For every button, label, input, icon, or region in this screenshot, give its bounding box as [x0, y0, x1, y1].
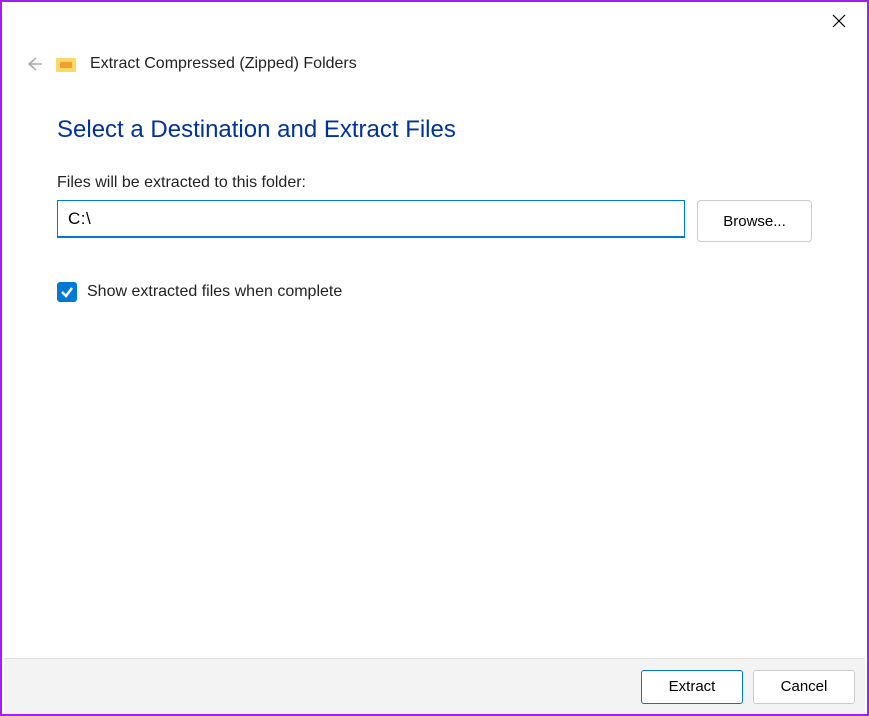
path-row: Browse... — [57, 200, 812, 242]
dialog-header: Extract Compressed (Zipped) Folders — [2, 2, 867, 86]
path-field-label: Files will be extracted to this folder: — [57, 174, 812, 192]
page-title: Select a Destination and Extract Files — [57, 116, 812, 144]
show-files-checkbox-row: Show extracted files when complete — [57, 282, 812, 302]
back-button[interactable] — [22, 52, 46, 76]
show-files-checkbox[interactable] — [57, 282, 77, 302]
checkmark-icon — [60, 285, 74, 299]
show-files-checkbox-label: Show extracted files when complete — [87, 283, 342, 301]
close-icon — [832, 14, 846, 28]
arrow-left-icon — [24, 54, 44, 74]
close-button[interactable] — [819, 6, 859, 36]
extract-button[interactable]: Extract — [641, 670, 743, 704]
dialog-footer: Extract Cancel — [4, 658, 865, 714]
window-title: Extract Compressed (Zipped) Folders — [90, 55, 357, 73]
destination-path-input[interactable] — [57, 200, 685, 238]
dialog-content: Select a Destination and Extract Files F… — [2, 86, 867, 312]
zipped-folder-icon — [56, 56, 76, 72]
browse-button[interactable]: Browse... — [697, 200, 812, 242]
cancel-button[interactable]: Cancel — [753, 670, 855, 704]
